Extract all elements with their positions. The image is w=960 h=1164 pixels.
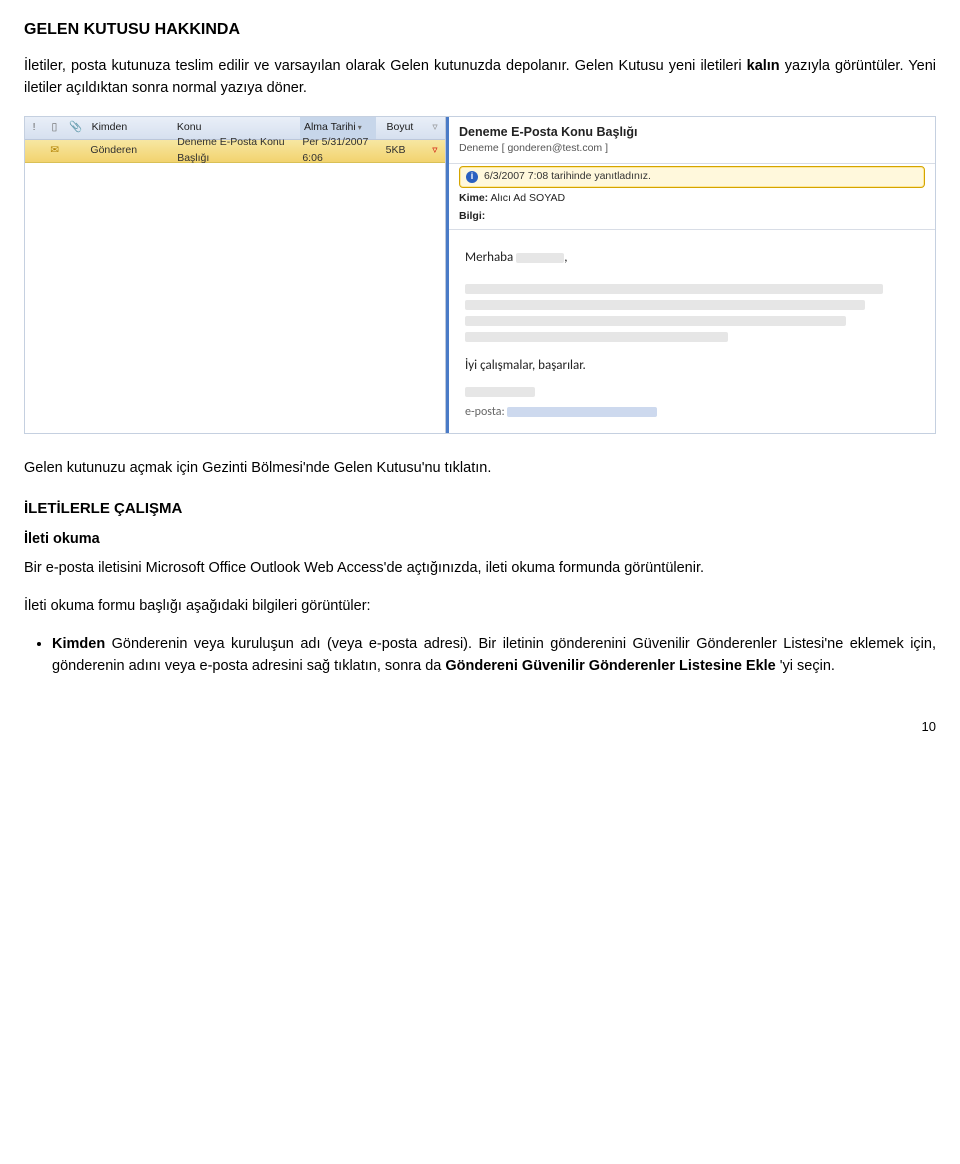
blur-name — [516, 253, 564, 263]
blur-line3 — [465, 316, 846, 326]
message-row-selected[interactable]: ✉ Gönderen Deneme E-Posta Konu Başlığı P… — [25, 140, 445, 163]
row-flag-icon[interactable]: ▿ — [429, 143, 441, 159]
bilgi-field: Bilgi: — [449, 208, 935, 226]
page-number: 10 — [24, 717, 936, 737]
divider — [449, 163, 935, 164]
intro-paragraph: İletiler, posta kutunuza teslim edilir v… — [24, 56, 936, 100]
blur-line2 — [465, 300, 865, 310]
replied-info-bar: i 6/3/2007 7:08 tarihinde yanıtladınız. — [459, 166, 925, 188]
sort-asc-icon: ▾ — [358, 122, 362, 134]
row-subject: Deneme E-Posta Konu Başlığı — [177, 135, 292, 167]
bullet-line2-suffix: 'yi seçin. — [780, 658, 835, 674]
envelope-icon: ✉ — [49, 143, 59, 159]
row-size: 5KB — [386, 143, 419, 159]
greeting-line: Merhaba , — [465, 248, 919, 268]
type-icon: ▯ — [49, 120, 59, 136]
kime-value: Alıcı Ad SOYAD — [491, 192, 566, 204]
info-icon: i — [466, 171, 478, 183]
divider2 — [449, 229, 935, 230]
message-list-pane: ! ▯ 📎 Kimden Konu Alma Tarihi ▾ Boyut ▿ … — [25, 117, 446, 434]
signature-block: e-posta: — [465, 385, 919, 421]
preview-subject: Deneme E-Posta Konu Başlığı — [449, 117, 935, 142]
subsection-heading: İleti okuma — [24, 529, 936, 551]
section-body2: İleti okuma formu başlığı aşağıdaki bilg… — [24, 596, 936, 618]
sig-email-blur — [507, 407, 657, 417]
section-body1: Bir e-posta iletisini Microsoft Office O… — [24, 558, 936, 580]
kime-field: Kime: Alıcı Ad SOYAD — [449, 190, 935, 208]
list-item: Kimden Gönderenin veya kuruluşun adı (ve… — [52, 634, 936, 678]
preview-pane: Deneme E-Posta Konu Başlığı Deneme [ gon… — [446, 117, 935, 434]
row-date: Per 5/31/2007 6:06 — [302, 135, 375, 167]
section-heading: İLETİLERLE ÇALIŞMA — [24, 498, 936, 521]
open-hint: Gelen kutunuzu açmak için Gezinti Bölmes… — [24, 458, 936, 480]
sig-name-blur — [465, 387, 535, 397]
hdr-alma-text: Alma Tarihi — [304, 120, 356, 136]
greeting-text: Merhaba — [465, 250, 513, 265]
hdr-boyut[interactable]: Boyut — [386, 120, 419, 136]
bullet-kimden-label: Kimden — [52, 636, 105, 652]
info-list: Kimden Gönderenin veya kuruluşun adı (ve… — [52, 634, 936, 678]
bilgi-label: Bilgi: — [459, 210, 485, 222]
blur-line4 — [465, 332, 728, 342]
replied-text: 6/3/2007 7:08 tarihinde yanıtladınız. — [484, 169, 651, 185]
sig-eposta-label: e-posta: — [465, 405, 505, 419]
signoff-line: İyi çalışmalar, başarılar. — [465, 356, 919, 376]
hdr-kimden[interactable]: Kimden — [92, 120, 167, 136]
row-sender: Gönderen — [90, 143, 167, 159]
flag-icon: ! — [29, 120, 39, 136]
blur-line1 — [465, 284, 883, 294]
preview-body: Merhaba , İyi çalışmalar, başarılar. e-p… — [449, 232, 935, 433]
bullet-line1-rest: Gönderenin veya kuruluşun adı (veya e-po… — [112, 636, 472, 652]
kime-label: Kime: — [459, 192, 488, 204]
list-blank-area — [25, 163, 445, 427]
preview-from: Deneme [ gonderen@test.com ] — [449, 141, 935, 161]
attach-icon: 📎 — [70, 120, 82, 136]
intro-bold: kalın — [747, 58, 780, 74]
intro-prefix: İletiler, posta kutunuza teslim edilir v… — [24, 58, 747, 74]
flag-col-icon: ▿ — [429, 120, 441, 136]
page-title: GELEN KUTUSU HAKKINDA — [24, 18, 936, 42]
hdr-konu[interactable]: Konu — [177, 120, 290, 136]
bullet-line2-bold: Göndereni Güvenilir Gönderenler Listesin… — [445, 658, 775, 674]
outlook-screenshot: ! ▯ 📎 Kimden Konu Alma Tarihi ▾ Boyut ▿ … — [24, 116, 936, 435]
